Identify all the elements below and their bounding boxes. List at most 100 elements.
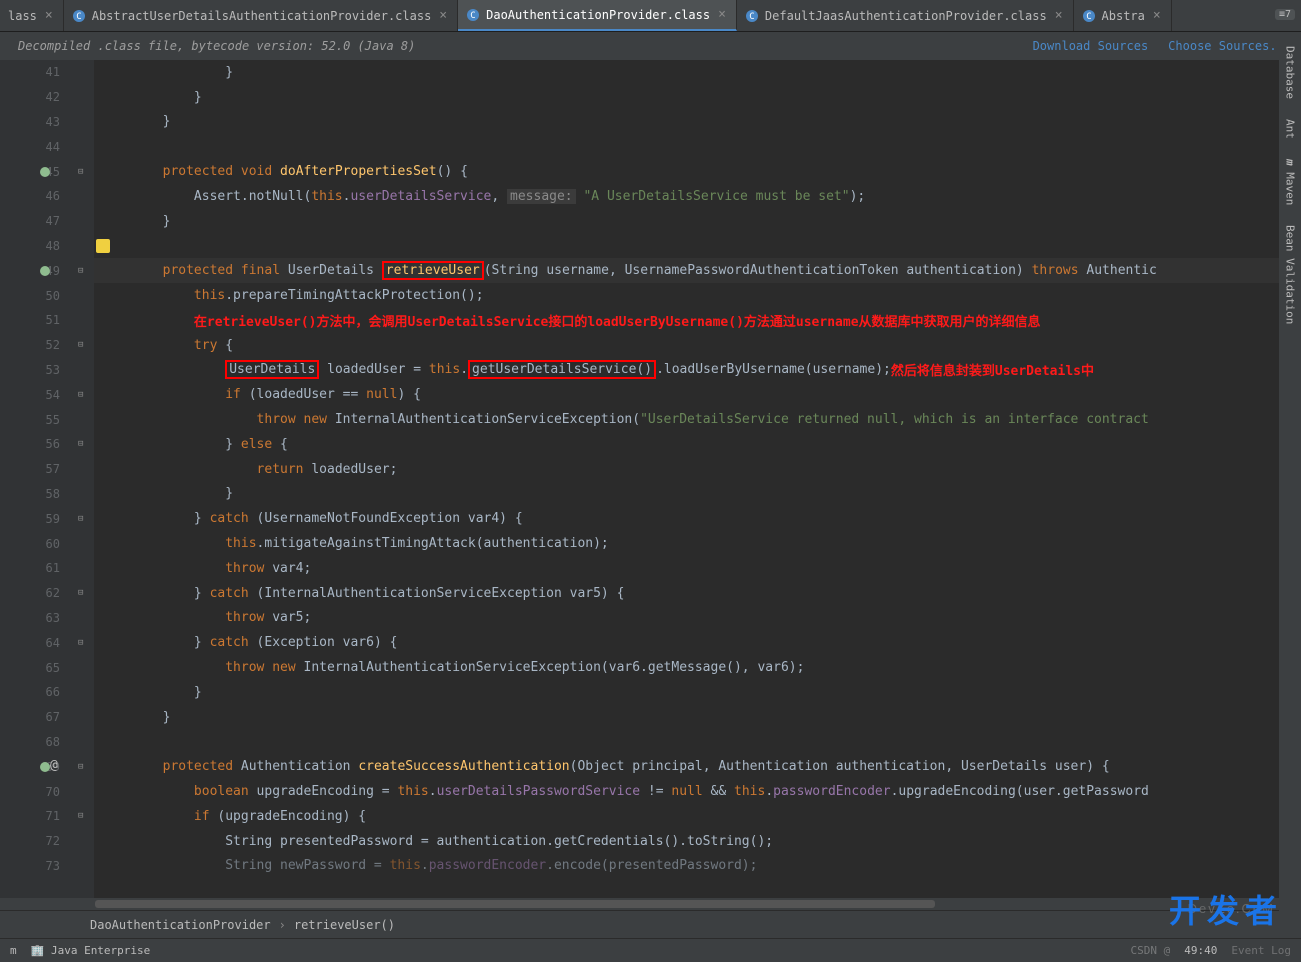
code-line[interactable]: } [94,680,1301,705]
cursor-position[interactable]: 49:40 [1184,944,1217,957]
fold-toggle[interactable]: ⊟ [72,258,94,283]
code-line[interactable] [94,730,1301,755]
fold-toggle[interactable]: ⊟ [72,333,94,358]
close-icon[interactable]: × [1053,8,1065,23]
line-number: 45 [0,159,72,184]
status-item[interactable]: m [10,944,17,957]
fold-toggle [72,457,94,482]
fold-toggle [72,829,94,854]
close-icon[interactable]: × [437,8,449,23]
right-tab-ant[interactable]: Ant [1282,113,1299,145]
code-line[interactable]: protected void doAfterPropertiesSet() { [94,159,1301,184]
tab-partial-right[interactable]: C Abstra × [1074,0,1172,31]
code-line[interactable]: } [94,209,1301,234]
fold-toggle[interactable]: ⊟ [72,804,94,829]
code-line[interactable]: } catch (Exception var6) { [94,630,1301,655]
line-number: 66 [0,680,72,705]
status-item-java-enterprise[interactable]: 🏢 Java Enterprise [31,944,151,957]
fold-toggle[interactable]: ⊟ [72,432,94,457]
fold-toggle[interactable]: ⊟ [72,754,94,779]
close-icon[interactable]: × [716,7,728,22]
right-tab-maven[interactable]: m Maven [1282,153,1299,211]
code-line[interactable]: String newPassword = this.passwordEncode… [94,854,1301,879]
tab-dao-auth-provider[interactable]: C DaoAuthenticationProvider.class × [458,0,737,31]
line-number: 70 [0,779,72,804]
code-line[interactable]: } [94,60,1301,85]
code-line[interactable]: protected Authentication createSuccessAu… [94,754,1301,779]
code-line[interactable] [94,134,1301,159]
close-icon[interactable]: × [1151,8,1163,23]
code-line[interactable]: Assert.notNull(this.userDetailsService, … [94,184,1301,209]
code-line[interactable]: } catch (InternalAuthenticationServiceEx… [94,581,1301,606]
fold-toggle[interactable]: ⊟ [72,581,94,606]
line-number: 73 [0,854,72,879]
intention-bulb-icon[interactable] [96,239,110,253]
line-number: 49 [0,258,72,283]
event-log[interactable]: Event Log [1231,944,1291,957]
code-line[interactable]: } else { [94,432,1301,457]
code-line[interactable]: throw new InternalAuthenticationServiceE… [94,407,1301,432]
breadcrumb-method[interactable]: retrieveUser() [294,918,395,932]
code-line[interactable]: if (loadedUser == null) { [94,382,1301,407]
code-line[interactable]: UserDetails loadedUser = this.getUserDet… [94,358,1301,383]
fold-toggle [72,234,94,259]
code-line[interactable]: } [94,85,1301,110]
fold-toggle[interactable]: ⊟ [72,630,94,655]
svg-text:C: C [1086,12,1091,22]
code-line[interactable]: 在retrieveUser()方法中，会调用UserDetailsService… [94,308,1301,333]
code-line[interactable]: throw new InternalAuthenticationServiceE… [94,655,1301,680]
scrollbar-thumb[interactable] [95,900,935,908]
fold-toggle [72,60,94,85]
line-number: 53 [0,358,72,383]
download-sources-link[interactable]: Download Sources [1033,39,1149,53]
code-line[interactable]: } [94,705,1301,730]
class-file-icon: C [1082,9,1096,23]
code-line[interactable]: String presentedPassword = authenticatio… [94,829,1301,854]
code-line[interactable]: throw var5; [94,606,1301,631]
close-icon[interactable]: × [43,8,55,23]
code-line[interactable]: throw var4; [94,556,1301,581]
fold-toggle[interactable]: ⊟ [72,382,94,407]
fold-toggle[interactable]: ⊟ [72,159,94,184]
code-line[interactable]: protected final UserDetails retrieveUser… [94,258,1301,283]
horizontal-scrollbar[interactable] [0,898,1301,910]
fold-toggle[interactable]: ⊟ [72,506,94,531]
code-line[interactable] [94,234,1301,259]
editor: 4142434445464748495051525354555657585960… [0,60,1301,898]
right-tab-bean-validation[interactable]: Bean Validation [1282,219,1299,330]
csdn-watermark: CSDN @ [1131,944,1171,957]
line-number: 72 [0,829,72,854]
choose-sources-link[interactable]: Choose Sources... [1168,39,1291,53]
fold-toggle [72,184,94,209]
tab-partial-left[interactable]: lass × [0,0,64,31]
code-line[interactable]: if (upgradeEncoding) { [94,804,1301,829]
fold-toggle [72,730,94,755]
breadcrumb-class[interactable]: DaoAuthenticationProvider [90,918,271,932]
fold-toggle [72,209,94,234]
tab-default-jaas[interactable]: C DefaultJaasAuthenticationProvider.clas… [737,0,1074,31]
code-line[interactable]: this.prepareTimingAttackProtection(); [94,283,1301,308]
code-line[interactable]: try { [94,333,1301,358]
line-number: 47 [0,209,72,234]
code-line[interactable]: boolean upgradeEncoding = this.userDetai… [94,779,1301,804]
fold-toggle [72,854,94,879]
line-number: 64 [0,630,72,655]
fold-toggle [72,556,94,581]
line-number: 54 [0,382,72,407]
chevron-right-icon: › [279,918,286,932]
code-line[interactable]: this.mitigateAgainstTimingAttack(authent… [94,531,1301,556]
line-number: 69@ [0,754,72,779]
code-area[interactable]: } } } protected void doAfterPropertiesSe… [94,60,1301,898]
code-line[interactable]: } [94,482,1301,507]
problems-badge[interactable]: ≡7 [1269,0,1301,31]
line-number-gutter: 4142434445464748495051525354555657585960… [0,60,72,898]
tab-abstract-user-details[interactable]: C AbstractUserDetailsAuthenticationProvi… [64,0,458,31]
code-line[interactable]: } [94,110,1301,135]
line-number: 52 [0,333,72,358]
code-line[interactable]: return loadedUser; [94,457,1301,482]
line-number: 55 [0,407,72,432]
line-number: 60 [0,531,72,556]
code-line[interactable]: } catch (UsernameNotFoundException var4)… [94,506,1301,531]
right-tab-database[interactable]: Database [1282,40,1299,105]
fold-toggle [72,482,94,507]
